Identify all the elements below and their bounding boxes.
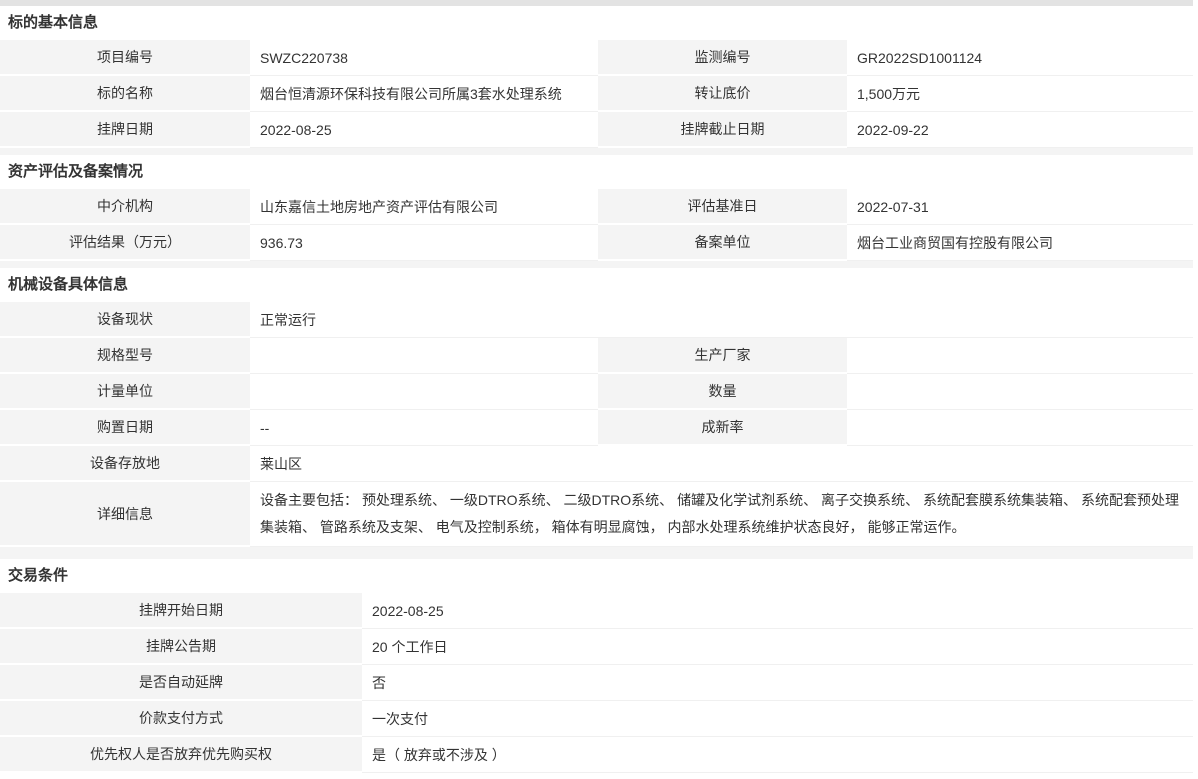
table-row: 价款支付方式一次支付: [0, 701, 1193, 737]
field-value: 2022-07-31: [847, 189, 1193, 225]
section-gap: [0, 148, 1193, 155]
table-row: 设备存放地莱山区: [0, 446, 1193, 482]
field-value: [847, 374, 1193, 410]
section-1: 资产评估及备案情况中介机构山东嘉信土地房地产资产评估有限公司评估基准日2022-…: [0, 148, 1193, 261]
field-label: 设备现状: [0, 302, 250, 338]
section-title: 机械设备具体信息: [0, 268, 1193, 302]
field-value: 烟台恒清源环保科技有限公司所属3套水处理系统: [250, 76, 598, 112]
field-value: 正常运行: [250, 302, 1193, 338]
field-value: 一次支付: [362, 701, 1193, 737]
table-row: 规格型号 生产厂家: [0, 338, 1193, 374]
field-label: 挂牌日期: [0, 112, 250, 148]
section-3: 交易条件挂牌开始日期2022-08-25挂牌公告期20 个工作日是否自动延牌否价…: [0, 547, 1193, 773]
table-row: 优先权人是否放弃优先购买权是（ 放弃或不涉及 ）: [0, 737, 1193, 773]
field-value: [847, 338, 1193, 374]
field-value: 否: [362, 665, 1193, 701]
field-value: 设备主要包括： 预处理系统、 一级DTRO系统、 二级DTRO系统、 储罐及化学…: [250, 482, 1193, 547]
section-title: 交易条件: [0, 559, 1193, 593]
field-label: 是否自动延牌: [0, 665, 362, 701]
table-row: 挂牌开始日期2022-08-25: [0, 593, 1193, 629]
field-value: [847, 410, 1193, 446]
field-value: 1,500万元: [847, 76, 1193, 112]
field-label: 挂牌公告期: [0, 629, 362, 665]
section-2: 机械设备具体信息设备现状正常运行规格型号生产厂家计量单位数量购置日期--成新率设…: [0, 261, 1193, 547]
field-value: GR2022SD1001124: [847, 40, 1193, 76]
field-value: [250, 374, 598, 410]
field-label: 生产厂家: [598, 338, 847, 374]
table-row: 详细信息设备主要包括： 预处理系统、 一级DTRO系统、 二级DTRO系统、 储…: [0, 482, 1193, 547]
table-row: 中介机构山东嘉信土地房地产资产评估有限公司评估基准日2022-07-31: [0, 189, 1193, 225]
table-row: 是否自动延牌否: [0, 665, 1193, 701]
field-value: 烟台工业商贸国有控股有限公司: [847, 225, 1193, 261]
section-gap: [0, 547, 1193, 559]
field-value: SWZC220738: [250, 40, 598, 76]
table-row: 挂牌公告期20 个工作日: [0, 629, 1193, 665]
field-value: 山东嘉信土地房地产资产评估有限公司: [250, 189, 598, 225]
section-title: 标的基本信息: [0, 6, 1193, 40]
table-row: 挂牌日期2022-08-25挂牌截止日期2022-09-22: [0, 112, 1193, 148]
field-label: 优先权人是否放弃优先购买权: [0, 737, 362, 773]
field-label: 详细信息: [0, 482, 250, 547]
field-label: 监测编号: [598, 40, 847, 76]
field-label: 备案单位: [598, 225, 847, 261]
field-value: 是（ 放弃或不涉及 ）: [362, 737, 1193, 773]
field-label: 评估基准日: [598, 189, 847, 225]
field-value: 2022-08-25: [362, 593, 1193, 629]
field-value: 20 个工作日: [362, 629, 1193, 665]
table-row: 标的名称烟台恒清源环保科技有限公司所属3套水处理系统转让底价1,500万元: [0, 76, 1193, 112]
field-label: 价款支付方式: [0, 701, 362, 737]
field-label: 成新率: [598, 410, 847, 446]
table-row: 购置日期--成新率: [0, 410, 1193, 446]
section-0: 标的基本信息项目编号SWZC220738监测编号GR2022SD1001124标…: [0, 0, 1193, 148]
field-label: 转让底价: [598, 76, 847, 112]
field-value: 936.73: [250, 225, 598, 261]
field-label: 购置日期: [0, 410, 250, 446]
section-gap: [0, 261, 1193, 268]
field-value: --: [250, 410, 598, 446]
table-row: 设备现状正常运行: [0, 302, 1193, 338]
field-label: 挂牌开始日期: [0, 593, 362, 629]
field-label: 数量: [598, 374, 847, 410]
listing-detail-page: 标的基本信息项目编号SWZC220738监测编号GR2022SD1001124标…: [0, 0, 1193, 773]
field-label: 项目编号: [0, 40, 250, 76]
table-row: 计量单位 数量: [0, 374, 1193, 410]
field-label: 评估结果（万元）: [0, 225, 250, 261]
table-row: 评估结果（万元）936.73备案单位烟台工业商贸国有控股有限公司: [0, 225, 1193, 261]
field-label: 计量单位: [0, 374, 250, 410]
section-title: 资产评估及备案情况: [0, 155, 1193, 189]
field-value: 莱山区: [250, 446, 1193, 482]
field-label: 挂牌截止日期: [598, 112, 847, 148]
field-value: [250, 338, 598, 374]
field-value: 2022-08-25: [250, 112, 598, 148]
field-label: 标的名称: [0, 76, 250, 112]
field-label: 规格型号: [0, 338, 250, 374]
table-row: 项目编号SWZC220738监测编号GR2022SD1001124: [0, 40, 1193, 76]
field-label: 中介机构: [0, 189, 250, 225]
field-label: 设备存放地: [0, 446, 250, 482]
field-value: 2022-09-22: [847, 112, 1193, 148]
